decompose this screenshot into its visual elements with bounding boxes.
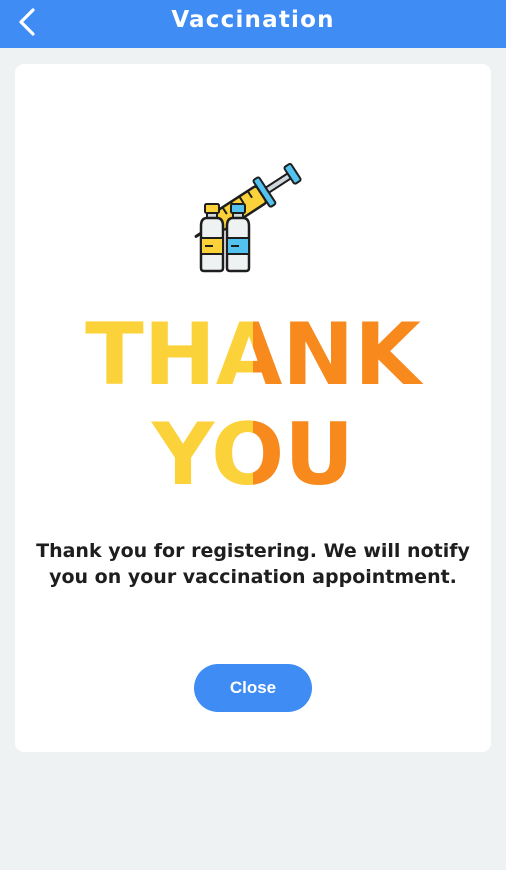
confirmation-card: THANK YOU THANK YOU Thank you for regist… bbox=[15, 64, 491, 752]
confirmation-message: Thank you for registering. We will notif… bbox=[36, 540, 470, 588]
thank-you-graphic: THANK YOU THANK YOU bbox=[85, 305, 424, 500]
vaccine-syringe-vials-icon bbox=[194, 162, 302, 273]
page-title: Vaccination bbox=[171, 7, 335, 33]
close-button[interactable]: Close bbox=[194, 664, 312, 712]
app-header: Vaccination bbox=[0, 0, 506, 48]
